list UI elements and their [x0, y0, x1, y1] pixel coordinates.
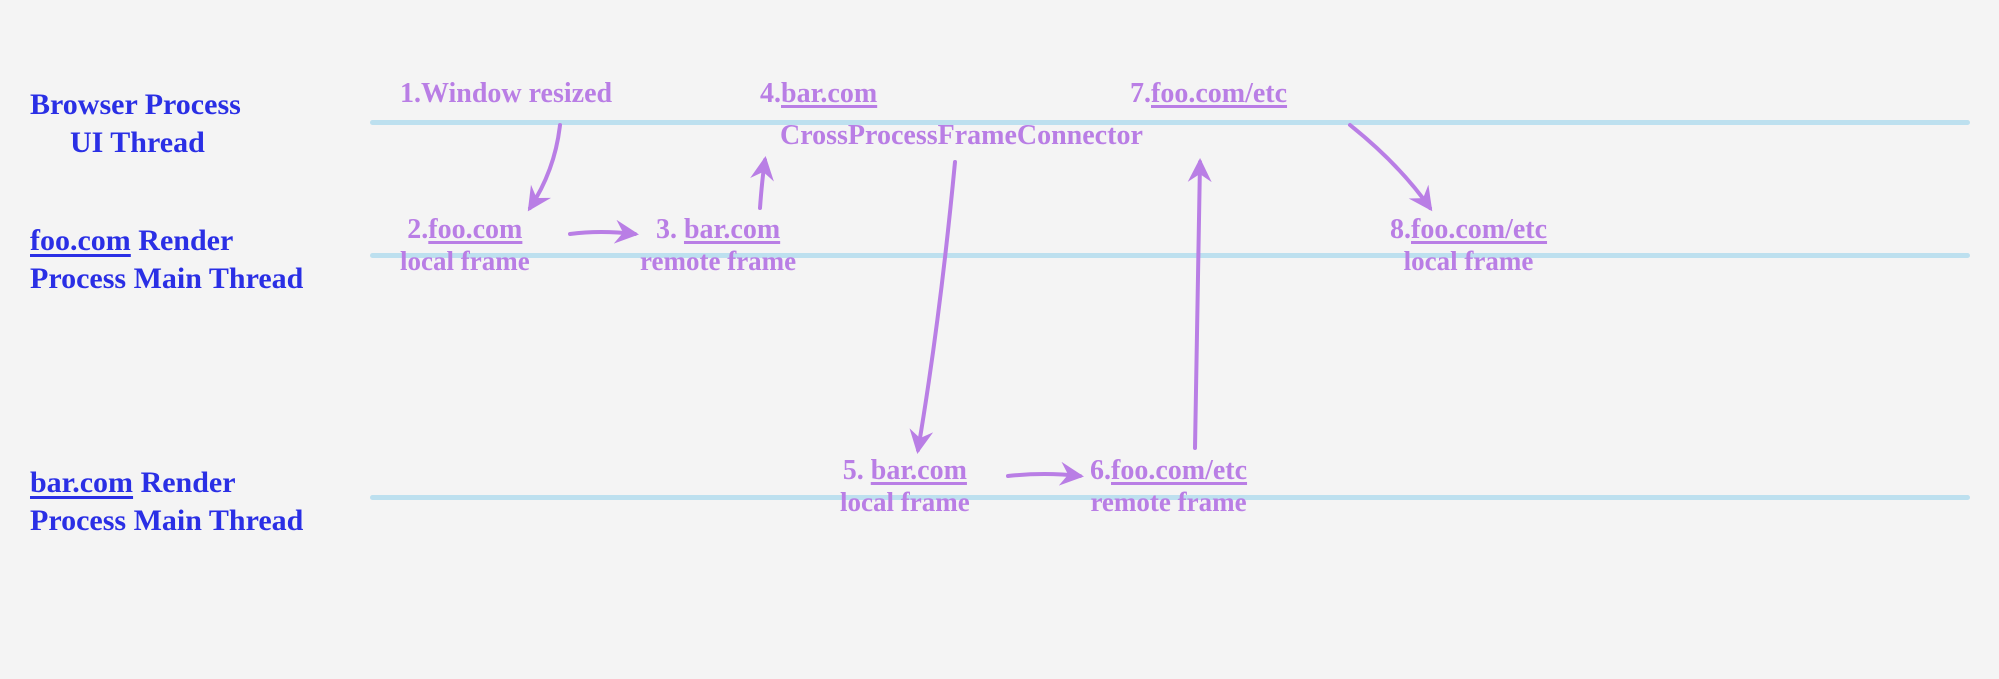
- arrow-5-6: [1008, 474, 1080, 476]
- node-5-num: 5.: [843, 455, 864, 486]
- node-5-sub: local frame: [840, 487, 970, 518]
- node-1: 1.Window resized: [400, 78, 612, 110]
- arrow-2-3: [570, 232, 635, 234]
- arrows-layer: [0, 0, 1999, 679]
- lane-line-2: [370, 253, 1970, 258]
- node-4-label: bar.com: [781, 78, 877, 109]
- node-6: 6.foo.com/etc remote frame: [1090, 455, 1247, 518]
- node-3-label: bar.com: [684, 214, 780, 245]
- node-6-sub: remote frame: [1090, 487, 1247, 518]
- node-4: 4.bar.com: [760, 78, 877, 110]
- lane-label-bar: bar.com Render Process Main Thread: [30, 464, 303, 539]
- node-8-sub: local frame: [1390, 246, 1547, 277]
- lane-line-1: [370, 120, 1970, 125]
- node-6-num: 6.: [1090, 455, 1111, 486]
- lane-label-bar-mid: Render: [133, 466, 235, 499]
- lane-label-foo-line2: Process Main Thread: [30, 262, 303, 295]
- node-5: 5. bar.com local frame: [840, 455, 970, 518]
- node-7-num: 7.: [1130, 78, 1151, 109]
- node-8-label: foo.com/etc: [1411, 214, 1547, 245]
- node-5-label: bar.com: [871, 455, 967, 486]
- node-8-num: 8.: [1390, 214, 1411, 245]
- lane-label-bar-domain: bar.com: [30, 466, 133, 499]
- lane-label-line2: UI Thread: [30, 126, 205, 159]
- node-7: 7.foo.com/etc: [1130, 78, 1287, 110]
- arrow-4-5: [918, 162, 955, 450]
- lane-label-line1: Browser Process: [30, 88, 241, 121]
- lane-label-foo: foo.com Render Process Main Thread: [30, 222, 303, 297]
- arrow-7-8: [1350, 125, 1430, 208]
- lane-label-bar-line2: Process Main Thread: [30, 504, 303, 537]
- arrow-3-4: [760, 160, 765, 208]
- cpfc-text: CrossProcessFrameConnector: [780, 120, 1143, 151]
- node-3: 3. bar.com remote frame: [640, 214, 796, 277]
- node-4-num: 4.: [760, 78, 781, 109]
- node-2-sub: local frame: [400, 246, 530, 277]
- lane-label-foo-mid: Render: [131, 224, 233, 257]
- node-3-sub: remote frame: [640, 246, 796, 277]
- node-7-label: foo.com/etc: [1151, 78, 1287, 109]
- lane-label-foo-domain: foo.com: [30, 224, 131, 257]
- node-8: 8.foo.com/etc local frame: [1390, 214, 1547, 277]
- node-3-num: 3.: [656, 214, 677, 245]
- node-2-num: 2.: [407, 214, 428, 245]
- arrow-1-2: [530, 125, 560, 208]
- node-2-label: foo.com: [428, 214, 522, 245]
- lane-label-browser: Browser Process UI Thread: [30, 86, 241, 161]
- node-1-label: Window resized: [421, 78, 612, 109]
- node-1-num: 1.: [400, 78, 421, 109]
- node-2: 2.foo.com local frame: [400, 214, 530, 277]
- arrow-6-7: [1195, 162, 1200, 448]
- cpfc-label: CrossProcessFrameConnector: [780, 120, 1143, 152]
- node-6-label: foo.com/etc: [1111, 455, 1247, 486]
